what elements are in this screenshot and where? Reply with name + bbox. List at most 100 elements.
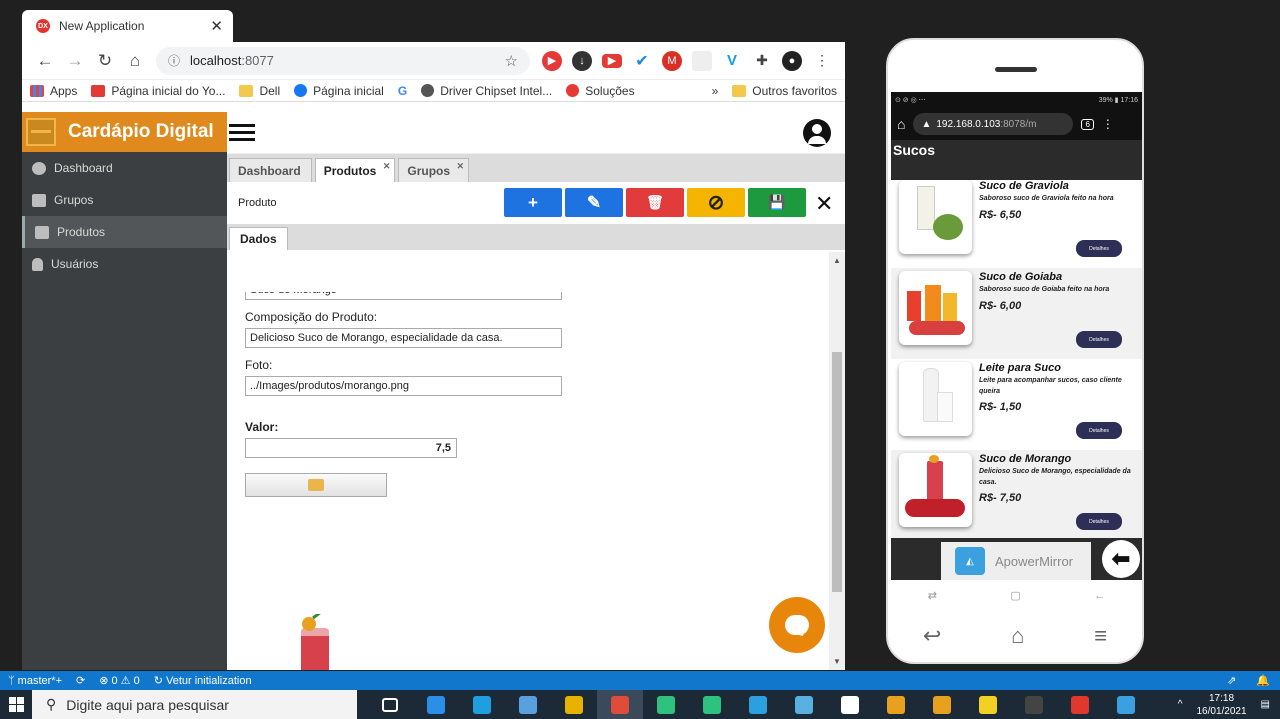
mobile-url-field[interactable]: ▲ 192.168.0.103:8078/m [913,113,1074,135]
taskbar-app-icon[interactable] [1011,690,1057,719]
scroll-up-arrow-icon[interactable]: ▲ [833,256,841,265]
address-bar[interactable]: ⓘ localhost:8077 ☆ [156,46,530,75]
taskbar-app-icon[interactable] [735,690,781,719]
bookmark-apps[interactable]: Apps [30,84,77,98]
value-field[interactable]: 7,5 [245,438,457,458]
taskbar-app-icon[interactable] [367,690,413,719]
taskbar-app-icon[interactable] [459,690,505,719]
taskbar-app-icon[interactable] [1103,690,1149,719]
photo-path-field[interactable]: ../Images/produtos/morango.png [245,376,562,396]
taskbar-app-icon[interactable] [689,690,735,719]
task-status[interactable]: ↻ Vetur initialization [154,674,252,687]
tab-close-icon[interactable]: ✕ [210,17,223,35]
extension-youtube-icon[interactable]: ▶ [602,53,622,68]
taskbar-app-icon[interactable] [873,690,919,719]
hamburger-menu-icon[interactable] [229,120,255,145]
upload-photo-button[interactable] [245,473,387,497]
sidebar-item-dashboard[interactable]: Dashboard [22,152,227,184]
taskbar-search[interactable]: ⚲ Digite aqui para pesquisar [32,690,357,719]
taskbar-app-icon[interactable] [965,690,1011,719]
extension-v-icon[interactable]: V [722,51,742,71]
user-avatar-icon[interactable] [803,118,831,147]
save-button[interactable]: 💾 [748,188,806,217]
extension-gmail-icon[interactable]: M [662,50,682,71]
bookmark-other-favorites[interactable]: Outros favoritos [732,84,837,98]
form-scrollbar[interactable]: ▲ ▼ [829,252,845,670]
bookmark-dell[interactable]: Dell [239,84,280,98]
taskbar-app-icon[interactable] [597,690,643,719]
start-button[interactable] [0,690,32,719]
reload-icon[interactable]: ↻ [90,51,120,71]
bookmark-solucoes[interactable]: Soluções [566,84,635,98]
bookmark-youtube[interactable]: Página inicial do Yo... [91,84,225,98]
taskbar-app-icon[interactable] [413,690,459,719]
details-button[interactable]: Detalhes [1076,422,1122,439]
tab-dashboard[interactable]: Dashboard [229,158,312,182]
chat-button[interactable] [769,597,825,653]
problems-indicator[interactable]: ⊗ 0 ⚠ 0 [99,674,139,687]
browser-tab[interactable]: DX New Application ✕ [22,10,233,42]
add-button[interactable]: + [504,188,562,217]
sidebar-item-grupos[interactable]: Grupos [22,184,227,216]
details-button[interactable]: Detalhes [1076,513,1122,530]
tab-produtos[interactable]: Produtos ✕ [314,158,396,182]
notifications-icon[interactable]: 🔔 [1256,674,1270,687]
taskbar-app-icon[interactable] [505,690,551,719]
bookmark-star-icon[interactable]: ☆ [505,52,518,70]
bookmark-driver[interactable]: Driver Chipset Intel... [421,84,552,98]
extensions-puzzle-icon[interactable]: ✚ [752,51,772,71]
bookmarks-more-chevron[interactable]: » [712,84,719,98]
back-arrow-button[interactable]: ⬅ [1102,540,1140,578]
details-button[interactable]: Detalhes [1076,240,1122,257]
tab-dados[interactable]: Dados [229,227,288,250]
back-curve-icon[interactable]: ↩ [923,623,941,649]
git-branch[interactable]: ᛘ master*+ [8,675,62,687]
scroll-thumb[interactable] [832,352,842,592]
extension-red-play-icon[interactable]: ▶ [542,50,562,71]
tab-count-icon[interactable]: 6 [1081,118,1094,130]
sidebar-item-usuarios[interactable]: Usuários [22,248,227,280]
forward-arrow-icon[interactable]: → [60,51,90,71]
mobile-menu-icon[interactable]: ⋮ [1102,117,1114,131]
notification-center-icon[interactable]: ▤ [1261,699,1270,710]
clock[interactable]: 17:18 16/01/2021 [1196,692,1246,718]
profile-avatar-icon[interactable]: ● [782,50,802,71]
extension-blank-icon[interactable] [692,50,712,71]
close-form-icon[interactable]: ✕ [815,191,833,217]
recent-apps-icon[interactable]: ⇄ [928,589,937,602]
home-square-icon[interactable]: ▢ [1010,589,1020,602]
taskbar-app-icon[interactable] [1057,690,1103,719]
menu-lines-icon[interactable]: ≡ [1094,623,1107,649]
bookmark-facebook[interactable]: Página inicial [294,84,384,98]
bookmark-google[interactable]: G [398,84,407,98]
taskbar-app-icon[interactable] [643,690,689,719]
list-item[interactable]: Suco de Goiaba Saboroso suco de Goiaba f… [891,268,1142,359]
taskbar-app-icon[interactable] [781,690,827,719]
sync-icon[interactable]: ⟳ [76,674,85,687]
list-item[interactable]: Leite para Suco Leite para acompanhar su… [891,359,1142,450]
live-share-icon[interactable]: ⇗ [1227,674,1236,687]
back-icon[interactable]: ← [1094,590,1105,602]
delete-button[interactable]: 🗑 [626,188,684,217]
taskbar-app-icon[interactable] [919,690,965,719]
taskbar-app-icon[interactable] [551,690,597,719]
back-arrow-icon[interactable]: ← [30,51,60,71]
brand[interactable]: Cardápio Digital [22,112,227,152]
cancel-button[interactable]: ⊘ [687,188,745,217]
tab-close-icon[interactable]: ✕ [383,161,391,172]
list-item[interactable]: Suco de Graviola Saboroso suco de Gravio… [891,177,1142,268]
extension-check-icon[interactable]: ✔ [632,51,652,71]
home-icon[interactable]: ⌂ [120,51,150,71]
site-info-icon[interactable]: ⓘ [168,52,180,69]
tab-grupos[interactable]: Grupos ✕ [398,158,470,182]
browser-menu-icon[interactable]: ⋮ [812,51,832,71]
home-triangle-icon[interactable]: ⌂ [1011,623,1024,649]
list-item[interactable]: Suco de Morango Delicioso Suco de Morang… [891,450,1142,541]
tray-chevron-icon[interactable]: ^ [1178,699,1183,710]
details-button[interactable]: Detalhes [1076,331,1122,348]
edit-button[interactable]: ✎ [565,188,623,217]
sidebar-item-produtos[interactable]: Produtos [22,216,227,248]
extension-download-icon[interactable]: ↓ [572,50,592,71]
composition-field[interactable]: Delicioso Suco de Morango, especialidade… [245,328,562,348]
scroll-down-arrow-icon[interactable]: ▼ [833,657,841,666]
